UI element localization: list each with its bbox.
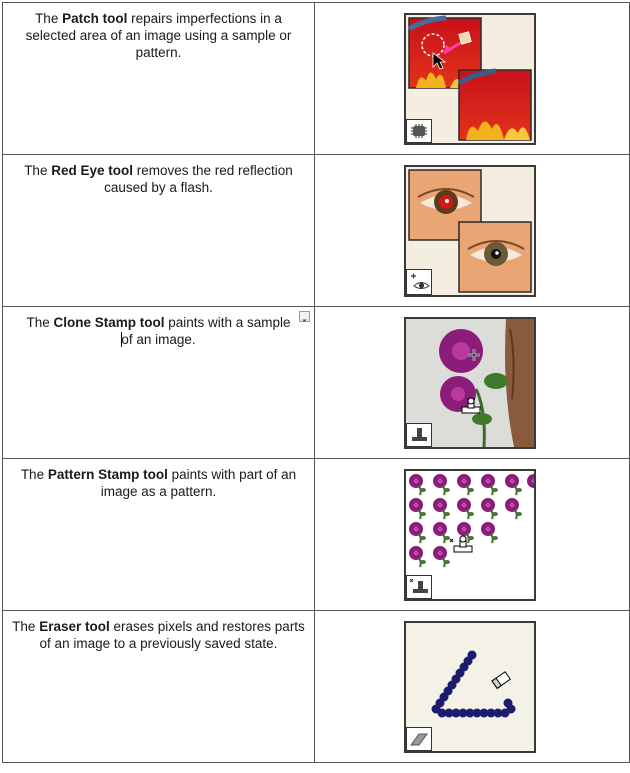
- tool-name: Clone Stamp tool: [53, 315, 165, 330]
- table-row: The Pattern Stamp tool paints with part …: [2, 458, 630, 611]
- patch-tool-example-image: [404, 13, 536, 145]
- tool-name: Patch tool: [62, 11, 128, 26]
- dropdown-toggle[interactable]: [299, 311, 310, 322]
- image-cell: [314, 458, 630, 611]
- clone-stamp-tool-description[interactable]: The Clone Stamp tool paints with a sampl…: [11, 314, 306, 348]
- tools-table: The Patch tool repairs imperfections in …: [2, 2, 630, 763]
- red-eye-tool-example-image: [404, 165, 536, 297]
- description-cell[interactable]: The Red Eye tool removes the red reflect…: [2, 154, 315, 307]
- pattern-stamp-icon: [406, 575, 432, 599]
- red-eye-tool-description[interactable]: The Red Eye tool removes the red reflect…: [11, 162, 306, 196]
- table-row: The Red Eye tool removes the red reflect…: [2, 154, 630, 307]
- image-cell: [314, 2, 630, 155]
- pattern-stamp-tool-example-image: [404, 469, 536, 601]
- table-row: The Patch tool repairs imperfections in …: [2, 2, 630, 155]
- description-cell[interactable]: The Patch tool repairs imperfections in …: [2, 2, 315, 155]
- eraser-icon: [406, 727, 432, 751]
- red-eye-icon: [406, 269, 432, 295]
- tool-name: Pattern Stamp tool: [47, 467, 168, 482]
- description-cell[interactable]: The Clone Stamp tool paints with a sampl…: [2, 306, 315, 459]
- eraser-tool-description[interactable]: The Eraser tool erases pixels and restor…: [11, 618, 306, 652]
- chevron-down-icon: [302, 319, 307, 322]
- tool-name: Red Eye tool: [51, 163, 133, 178]
- eraser-tool-example-image: [404, 621, 536, 753]
- patch-icon: [406, 119, 432, 143]
- image-cell: [314, 306, 630, 459]
- clone-stamp-tool-example-image: [404, 317, 536, 449]
- table-row: The Eraser tool erases pixels and restor…: [2, 610, 630, 763]
- tool-name: Eraser tool: [39, 619, 110, 634]
- description-cell[interactable]: The Eraser tool erases pixels and restor…: [2, 610, 315, 763]
- table-row: The Clone Stamp tool paints with a sampl…: [2, 306, 630, 459]
- description-cell[interactable]: The Pattern Stamp tool paints with part …: [2, 458, 315, 611]
- image-cell: [314, 154, 630, 307]
- pattern-stamp-tool-description[interactable]: The Pattern Stamp tool paints with part …: [11, 466, 306, 500]
- clone-stamp-icon: [406, 423, 432, 447]
- patch-tool-description[interactable]: The Patch tool repairs imperfections in …: [11, 10, 306, 61]
- image-cell: [314, 610, 630, 763]
